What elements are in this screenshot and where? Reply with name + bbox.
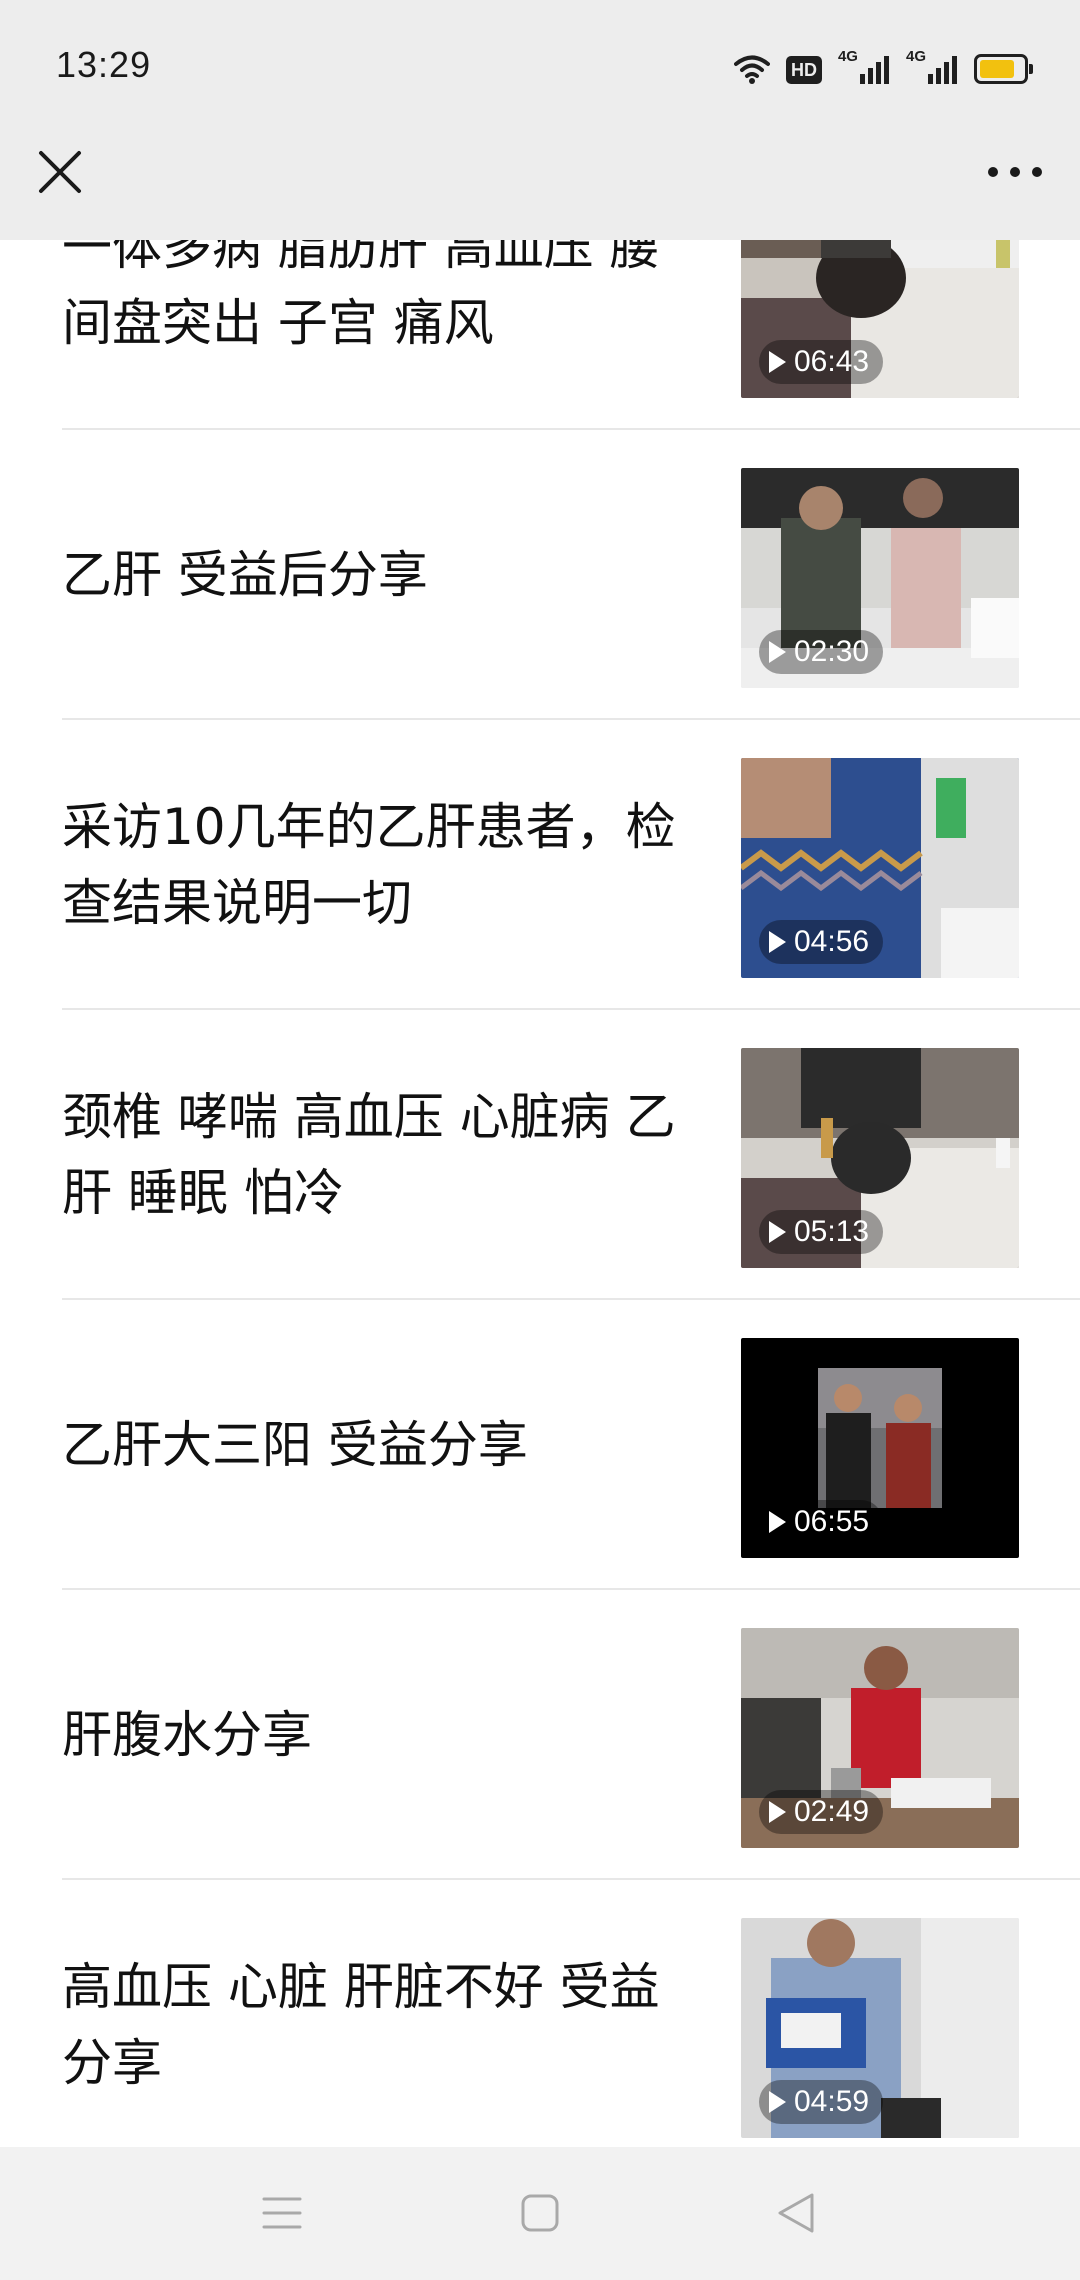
title-bar <box>0 132 1080 240</box>
video-item[interactable]: 一体多病 脂肪肝 高血压 腰间盘突出 子宫 痛风 06:43 <box>0 240 1080 430</box>
play-icon <box>769 931 786 953</box>
more-button[interactable] <box>980 142 1050 202</box>
video-item[interactable]: 采访10几年的乙肝患者，检查结果说明一切 04:56 <box>0 720 1080 1010</box>
video-title: 肝腹水分享 <box>62 1706 312 1764</box>
duration-badge: 04:56 <box>759 920 884 964</box>
duration-badge: 05:13 <box>759 1210 884 1254</box>
play-icon <box>769 1221 786 1243</box>
duration-badge: 06:43 <box>759 340 884 384</box>
video-title: 一体多病 脂肪肝 高血压 腰间盘突出 子宫 痛风 <box>62 240 660 352</box>
video-list: 一体多病 脂肪肝 高血压 腰间盘突出 子宫 痛风 06:43 乙肝 受益后分享 <box>0 240 1080 2147</box>
video-thumbnail: 06:55 <box>741 1338 1019 1558</box>
video-item[interactable]: 高血压 心脏 肝脏不好 受益分享 04:59 <box>0 1880 1080 2147</box>
wifi-icon <box>733 48 770 84</box>
video-thumbnail: 02:49 <box>741 1628 1019 1848</box>
video-thumbnail: 04:59 <box>741 1918 1019 2138</box>
hd-label: HD <box>785 56 822 84</box>
video-title: 乙肝大三阳 受益分享 <box>62 1416 528 1474</box>
play-icon <box>769 1511 786 1533</box>
duration-text: 05:13 <box>794 1215 870 1248</box>
play-icon <box>769 641 786 663</box>
status-bar: 13:29 HD 4G 4G <box>0 0 1080 132</box>
duration-text: 06:43 <box>794 345 870 378</box>
video-item[interactable]: 肝腹水分享 02:49 <box>0 1590 1080 1880</box>
network-label: 4G <box>905 48 926 65</box>
duration-text: 04:59 <box>794 2085 870 2118</box>
duration-badge: 02:30 <box>759 630 884 674</box>
video-item[interactable]: 乙肝 受益后分享 02:30 <box>0 430 1080 720</box>
close-icon <box>39 151 81 193</box>
video-item[interactable]: 乙肝大三阳 受益分享 06:55 <box>0 1300 1080 1590</box>
duration-text: 02:49 <box>794 1795 870 1828</box>
menu-icon <box>262 2197 302 2229</box>
duration-text: 04:56 <box>794 925 870 958</box>
signal-icon: 4G <box>906 48 958 84</box>
video-title: 乙肝 受益后分享 <box>62 546 428 604</box>
video-thumbnail: 05:13 <box>741 1048 1019 1268</box>
network-label: 4G <box>837 48 858 65</box>
play-icon <box>769 1801 786 1823</box>
battery-level <box>980 60 1014 78</box>
close-button[interactable] <box>30 142 90 202</box>
duration-badge: 02:49 <box>759 1790 884 1834</box>
menu-button[interactable] <box>252 2183 312 2243</box>
more-icon <box>988 167 1042 177</box>
video-thumbnail: 02:30 <box>741 468 1019 688</box>
home-icon <box>521 2194 559 2232</box>
duration-text: 02:30 <box>794 635 870 668</box>
back-icon <box>778 2193 814 2233</box>
back-button[interactable] <box>766 2183 826 2243</box>
status-icons: HD 4G 4G <box>733 48 1033 84</box>
play-icon <box>769 351 786 373</box>
video-title: 采访10几年的乙肝患者，检查结果说明一切 <box>62 798 676 932</box>
duration-badge: 04:59 <box>759 2080 884 2124</box>
signal-icon: 4G <box>838 48 890 84</box>
home-button[interactable] <box>510 2183 570 2243</box>
video-thumbnail: 04:56 <box>741 758 1019 978</box>
play-icon <box>769 2091 786 2113</box>
video-list-viewport[interactable]: 一体多病 脂肪肝 高血压 腰间盘突出 子宫 痛风 06:43 乙肝 受益后分享 <box>0 240 1080 2147</box>
duration-badge: 06:55 <box>759 1500 884 1544</box>
hd-icon: HD <box>785 48 822 84</box>
video-thumbnail: 06:43 <box>741 240 1019 398</box>
battery-icon <box>974 48 1033 84</box>
video-title: 颈椎 哮喘 高血压 心脏病 乙肝 睡眠 怕冷 <box>62 1088 676 1222</box>
navigation-bar <box>0 2147 1080 2280</box>
video-item[interactable]: 颈椎 哮喘 高血压 心脏病 乙肝 睡眠 怕冷 05:13 <box>0 1010 1080 1300</box>
video-title: 高血压 心脏 肝脏不好 受益分享 <box>62 1958 660 2092</box>
duration-text: 06:55 <box>794 1505 870 1538</box>
status-time: 13:29 <box>56 44 152 85</box>
